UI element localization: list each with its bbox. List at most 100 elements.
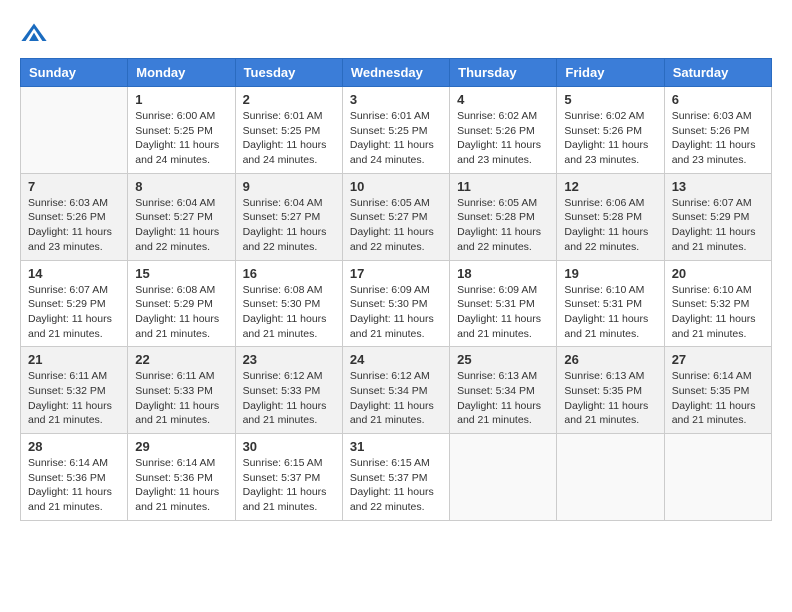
calendar-cell: 19 Sunrise: 6:10 AMSunset: 5:31 PMDayligh… [557, 260, 664, 347]
day-number: 25 [457, 352, 549, 367]
day-number: 14 [28, 266, 120, 281]
weekday-header-sunday: Sunday [21, 59, 128, 87]
day-info: Sunrise: 6:15 AMSunset: 5:37 PMDaylight:… [243, 456, 335, 515]
calendar-cell: 8 Sunrise: 6:04 AMSunset: 5:27 PMDaylight… [128, 173, 235, 260]
calendar-cell: 14Sunrise: 6:07 AMSunset: 5:29 PMDayligh… [21, 260, 128, 347]
calendar-cell: 3 Sunrise: 6:01 AMSunset: 5:25 PMDaylight… [342, 87, 449, 174]
day-number: 1 [135, 92, 227, 107]
day-number: 28 [28, 439, 120, 454]
day-info: Sunrise: 6:09 AMSunset: 5:30 PMDaylight:… [350, 283, 442, 342]
calendar-cell: 23 Sunrise: 6:12 AMSunset: 5:33 PMDayligh… [235, 347, 342, 434]
weekday-header-monday: Monday [128, 59, 235, 87]
calendar-cell: 31Sunrise: 6:15 AMSunset: 5:37 PMDayligh… [342, 434, 449, 521]
day-number: 31 [350, 439, 442, 454]
weekday-header-tuesday: Tuesday [235, 59, 342, 87]
day-number: 12 [564, 179, 656, 194]
calendar-cell: 18Sunrise: 6:09 AMSunset: 5:31 PMDayligh… [450, 260, 557, 347]
day-number: 29 [135, 439, 227, 454]
calendar-cell [450, 434, 557, 521]
day-info: Sunrise: 6:10 AMSunset: 5:32 PMDaylight:… [672, 283, 764, 342]
calendar-cell: 29 Sunrise: 6:14 AMSunset: 5:36 PMDayligh… [128, 434, 235, 521]
day-info: Sunrise: 6:11 AMSunset: 5:32 PMDaylight:… [28, 369, 120, 428]
day-number: 11 [457, 179, 549, 194]
calendar-cell: 2 Sunrise: 6:01 AMSunset: 5:25 PMDaylight… [235, 87, 342, 174]
day-info: Sunrise: 6:04 AMSunset: 5:27 PMDaylight:… [243, 196, 335, 255]
calendar-cell: 16 Sunrise: 6:08 AMSunset: 5:30 PMDayligh… [235, 260, 342, 347]
week-row-1: 1 Sunrise: 6:00 AMSunset: 5:25 PMDaylight… [21, 87, 772, 174]
day-info: Sunrise: 6:04 AMSunset: 5:27 PMDaylight:… [135, 196, 227, 255]
day-info: Sunrise: 6:12 AMSunset: 5:34 PMDaylight:… [350, 369, 442, 428]
calendar-cell: 6 Sunrise: 6:03 AMSunset: 5:26 PMDaylight… [664, 87, 771, 174]
day-number: 26 [564, 352, 656, 367]
calendar-cell [557, 434, 664, 521]
week-row-5: 28 Sunrise: 6:14 AMSunset: 5:36 PMDayligh… [21, 434, 772, 521]
calendar-cell: 21 Sunrise: 6:11 AMSunset: 5:32 PMDayligh… [21, 347, 128, 434]
day-number: 22 [135, 352, 227, 367]
calendar-cell: 12 Sunrise: 6:06 AMSunset: 5:28 PMDayligh… [557, 173, 664, 260]
weekday-header-row: SundayMondayTuesdayWednesdayThursdayFrid… [21, 59, 772, 87]
day-info: Sunrise: 6:14 AMSunset: 5:35 PMDaylight:… [672, 369, 764, 428]
day-number: 23 [243, 352, 335, 367]
calendar-cell: 17 Sunrise: 6:09 AMSunset: 5:30 PMDayligh… [342, 260, 449, 347]
calendar-cell: 1 Sunrise: 6:00 AMSunset: 5:25 PMDaylight… [128, 87, 235, 174]
day-info: Sunrise: 6:14 AMSunset: 5:36 PMDaylight:… [135, 456, 227, 515]
calendar-cell: 22 Sunrise: 6:11 AMSunset: 5:33 PMDayligh… [128, 347, 235, 434]
calendar-cell: 24Sunrise: 6:12 AMSunset: 5:34 PMDayligh… [342, 347, 449, 434]
day-number: 27 [672, 352, 764, 367]
day-number: 3 [350, 92, 442, 107]
calendar-cell: 4Sunrise: 6:02 AMSunset: 5:26 PMDaylight… [450, 87, 557, 174]
day-number: 20 [672, 266, 764, 281]
day-number: 13 [672, 179, 764, 194]
day-info: Sunrise: 6:01 AMSunset: 5:25 PMDaylight:… [350, 109, 442, 168]
weekday-header-saturday: Saturday [664, 59, 771, 87]
logo-icon [20, 20, 48, 48]
day-number: 7 [28, 179, 120, 194]
day-info: Sunrise: 6:08 AMSunset: 5:29 PMDaylight:… [135, 283, 227, 342]
day-number: 21 [28, 352, 120, 367]
day-info: Sunrise: 6:01 AMSunset: 5:25 PMDaylight:… [243, 109, 335, 168]
calendar-cell: 28 Sunrise: 6:14 AMSunset: 5:36 PMDayligh… [21, 434, 128, 521]
day-number: 5 [564, 92, 656, 107]
calendar: SundayMondayTuesdayWednesdayThursdayFrid… [20, 58, 772, 521]
calendar-cell: 15Sunrise: 6:08 AMSunset: 5:29 PMDayligh… [128, 260, 235, 347]
calendar-cell: 9Sunrise: 6:04 AMSunset: 5:27 PMDaylight… [235, 173, 342, 260]
calendar-cell [664, 434, 771, 521]
week-row-3: 14Sunrise: 6:07 AMSunset: 5:29 PMDayligh… [21, 260, 772, 347]
calendar-cell: 26Sunrise: 6:13 AMSunset: 5:35 PMDayligh… [557, 347, 664, 434]
day-number: 2 [243, 92, 335, 107]
week-row-4: 21 Sunrise: 6:11 AMSunset: 5:32 PMDayligh… [21, 347, 772, 434]
weekday-header-friday: Friday [557, 59, 664, 87]
calendar-cell: 27 Sunrise: 6:14 AMSunset: 5:35 PMDayligh… [664, 347, 771, 434]
day-number: 6 [672, 92, 764, 107]
day-info: Sunrise: 6:14 AMSunset: 5:36 PMDaylight:… [28, 456, 120, 515]
day-info: Sunrise: 6:00 AMSunset: 5:25 PMDaylight:… [135, 109, 227, 168]
day-number: 16 [243, 266, 335, 281]
day-number: 10 [350, 179, 442, 194]
day-number: 17 [350, 266, 442, 281]
calendar-cell [21, 87, 128, 174]
day-info: Sunrise: 6:12 AMSunset: 5:33 PMDaylight:… [243, 369, 335, 428]
day-number: 4 [457, 92, 549, 107]
calendar-cell: 5 Sunrise: 6:02 AMSunset: 5:26 PMDaylight… [557, 87, 664, 174]
day-number: 30 [243, 439, 335, 454]
day-info: Sunrise: 6:02 AMSunset: 5:26 PMDaylight:… [564, 109, 656, 168]
week-row-2: 7Sunrise: 6:03 AMSunset: 5:26 PMDaylight… [21, 173, 772, 260]
weekday-header-wednesday: Wednesday [342, 59, 449, 87]
day-number: 8 [135, 179, 227, 194]
logo [20, 20, 52, 48]
day-info: Sunrise: 6:10 AMSunset: 5:31 PMDaylight:… [564, 283, 656, 342]
day-info: Sunrise: 6:13 AMSunset: 5:34 PMDaylight:… [457, 369, 549, 428]
day-info: Sunrise: 6:11 AMSunset: 5:33 PMDaylight:… [135, 369, 227, 428]
weekday-header-thursday: Thursday [450, 59, 557, 87]
day-number: 19 [564, 266, 656, 281]
calendar-cell: 7Sunrise: 6:03 AMSunset: 5:26 PMDaylight… [21, 173, 128, 260]
calendar-cell: 11 Sunrise: 6:05 AMSunset: 5:28 PMDayligh… [450, 173, 557, 260]
day-info: Sunrise: 6:07 AMSunset: 5:29 PMDaylight:… [672, 196, 764, 255]
day-info: Sunrise: 6:05 AMSunset: 5:28 PMDaylight:… [457, 196, 549, 255]
day-info: Sunrise: 6:03 AMSunset: 5:26 PMDaylight:… [672, 109, 764, 168]
day-info: Sunrise: 6:06 AMSunset: 5:28 PMDaylight:… [564, 196, 656, 255]
day-info: Sunrise: 6:05 AMSunset: 5:27 PMDaylight:… [350, 196, 442, 255]
day-info: Sunrise: 6:08 AMSunset: 5:30 PMDaylight:… [243, 283, 335, 342]
calendar-cell: 25 Sunrise: 6:13 AMSunset: 5:34 PMDayligh… [450, 347, 557, 434]
day-number: 18 [457, 266, 549, 281]
